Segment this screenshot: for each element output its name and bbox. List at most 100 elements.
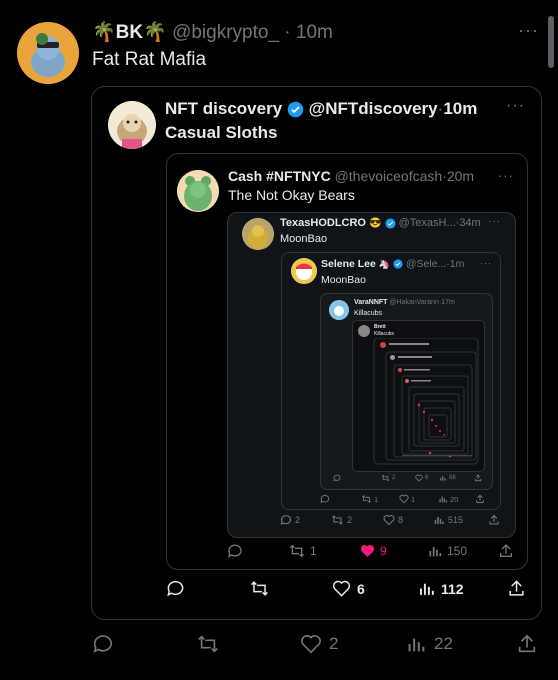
retweet-icon <box>198 635 218 653</box>
timestamp[interactable]: 20m <box>447 168 474 184</box>
heart-icon <box>301 635 321 654</box>
reply-button[interactable] <box>166 579 185 598</box>
retweet-button[interactable]: 2 <box>331 514 352 526</box>
retweet-button[interactable] <box>196 633 220 655</box>
palm-tree-icon: 🌴 <box>92 22 116 43</box>
handle[interactable]: @bigkrypto_ <box>172 22 279 43</box>
retweet-icon <box>361 494 372 504</box>
handle[interactable]: @NFTdiscovery <box>309 99 438 118</box>
retweet-count: 2 <box>392 475 396 481</box>
timestamp[interactable]: 17m <box>441 299 455 306</box>
more-icon[interactable]: ··· <box>518 20 539 41</box>
views-button[interactable]: 20 <box>438 494 458 504</box>
handle[interactable]: @HakanVarann <box>389 299 438 306</box>
avatar[interactable] <box>358 325 370 337</box>
more-icon[interactable]: ··· <box>498 168 514 183</box>
tweet-text: Casual Sloths <box>165 123 278 142</box>
display-name[interactable]: Brett <box>374 324 386 330</box>
tweet-text: Killacubs <box>374 331 395 337</box>
views-count: 68 <box>449 475 456 481</box>
like-count: 9 <box>380 544 387 558</box>
share-icon <box>474 474 482 482</box>
tweet-text: MoonBao <box>280 233 328 245</box>
retweet-count: 1 <box>374 494 379 504</box>
tweet-text: MoonBao <box>321 274 366 286</box>
views-button[interactable]: 515 <box>433 514 463 526</box>
display-name[interactable]: VaraNNFT <box>354 299 387 306</box>
more-icon[interactable]: ··· <box>480 258 492 268</box>
heart-icon <box>332 580 351 597</box>
share-button[interactable] <box>498 543 514 559</box>
timestamp[interactable]: 34m <box>459 217 480 229</box>
tweet-text: The Not Okay Bears <box>228 187 355 203</box>
share-icon <box>500 544 512 557</box>
retweet-icon <box>289 544 305 558</box>
retweet-icon <box>332 515 343 525</box>
tweet-text: Fat Rat Mafia <box>92 49 207 70</box>
reply-icon <box>228 544 242 558</box>
display-name[interactable]: Selene Lee <box>321 258 376 270</box>
reply-icon <box>333 474 341 482</box>
share-icon <box>518 634 536 653</box>
like-button[interactable]: 2 <box>300 633 338 655</box>
reply-button[interactable]: 2 <box>280 514 300 526</box>
views-count: 150 <box>447 544 468 558</box>
reply-button[interactable] <box>333 474 341 482</box>
retweet-button[interactable]: 1 <box>288 543 317 559</box>
views-count: 515 <box>448 515 464 525</box>
handle[interactable]: @thevoiceofcash <box>335 168 443 184</box>
share-button[interactable] <box>474 474 482 482</box>
share-button[interactable] <box>507 579 526 598</box>
views-button[interactable]: 150 <box>427 543 467 559</box>
retweet-icon <box>381 474 390 482</box>
timestamp[interactable]: 10m <box>443 99 477 118</box>
display-name[interactable]: Cash #NFTNYC <box>228 168 331 184</box>
verified-icon <box>385 218 396 229</box>
like-button[interactable]: 6 <box>332 579 365 598</box>
share-button[interactable] <box>475 494 485 504</box>
retweet-count: 2 <box>347 515 353 525</box>
avatar[interactable] <box>242 218 274 250</box>
share-button[interactable] <box>488 514 500 526</box>
share-button[interactable] <box>516 633 538 655</box>
retweet-button[interactable] <box>249 579 270 598</box>
views-icon <box>434 517 444 524</box>
views-button[interactable]: 22 <box>405 633 453 655</box>
reply-button[interactable] <box>92 633 114 655</box>
tweet-text: Killacubs <box>354 310 383 317</box>
views-icon <box>440 476 447 481</box>
like-button[interactable]: 8 <box>383 514 403 526</box>
timestamp[interactable]: 1m <box>450 258 465 270</box>
retweet-button[interactable]: 1 <box>361 494 378 504</box>
retweet-count: 1 <box>310 544 317 558</box>
reply-icon <box>167 580 184 597</box>
retweet-button[interactable]: 2 <box>381 474 395 482</box>
unicorn-icon: 🦄 <box>378 259 391 269</box>
display-name[interactable]: NFT discovery <box>165 99 282 118</box>
more-icon[interactable]: ··· <box>506 97 525 115</box>
reply-button[interactable] <box>320 494 330 504</box>
like-button[interactable]: 6 <box>415 474 428 482</box>
avatar[interactable] <box>177 170 219 212</box>
display-name[interactable]: TexasHODLCRO <box>280 217 366 229</box>
like-button[interactable]: 9 <box>359 543 387 559</box>
like-button[interactable]: 1 <box>399 494 415 504</box>
reply-button[interactable] <box>227 543 243 559</box>
avatar[interactable] <box>291 258 317 284</box>
reply-count: 2 <box>295 515 301 525</box>
views-button[interactable]: 68 <box>439 474 456 482</box>
palm-tree-icon: 🌴 <box>143 22 167 43</box>
avatar[interactable] <box>17 22 79 84</box>
timestamp[interactable]: 10m <box>296 22 333 43</box>
avatar[interactable] <box>329 300 349 320</box>
handle[interactable]: @TexasH... <box>399 217 456 229</box>
handle[interactable]: @Sele... <box>406 258 446 270</box>
avatar[interactable] <box>108 101 156 149</box>
views-count: 20 <box>450 494 459 504</box>
views-icon <box>420 583 434 595</box>
scrollbar[interactable] <box>548 16 554 68</box>
more-icon[interactable]: ··· <box>488 216 501 227</box>
display-name[interactable]: BK <box>116 22 143 43</box>
like-count: 2 <box>329 634 339 653</box>
views-button[interactable]: 112 <box>417 579 464 598</box>
